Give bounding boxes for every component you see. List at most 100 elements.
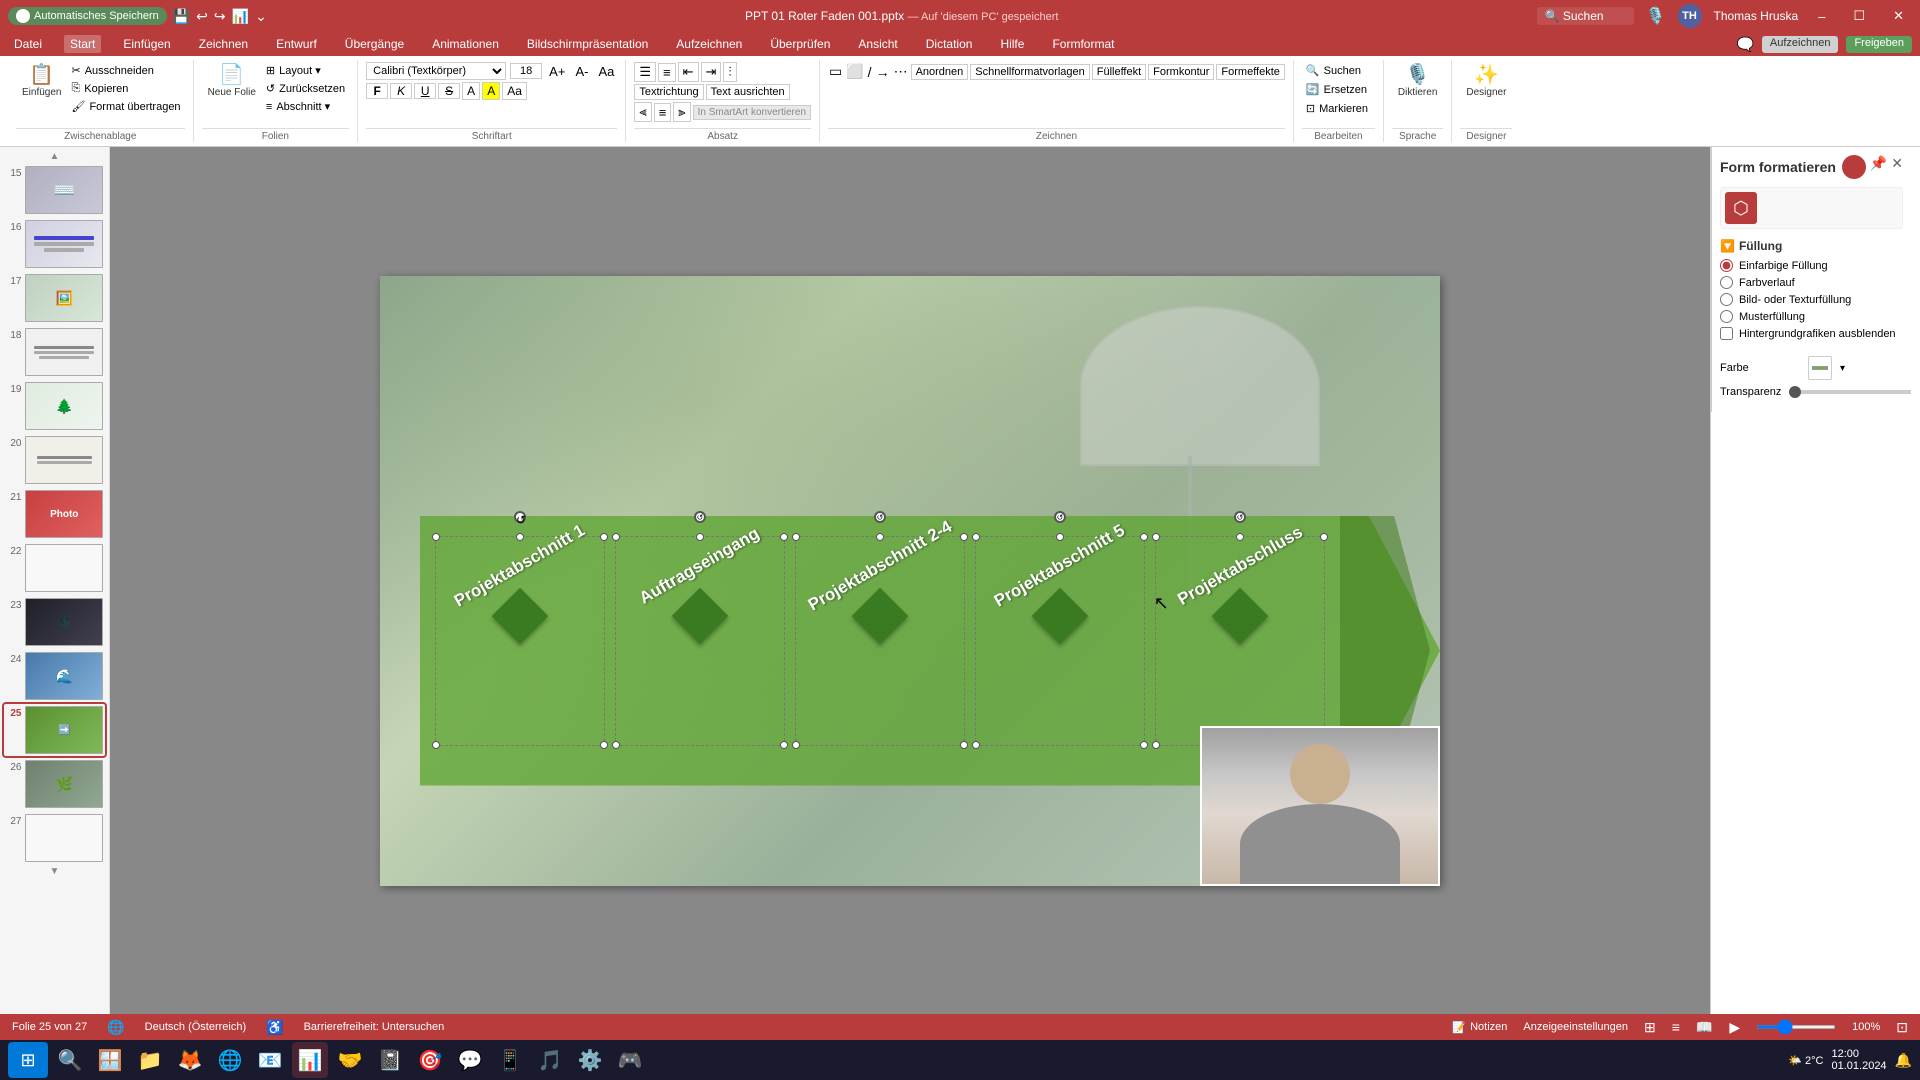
- btn-ausschneiden[interactable]: ✂ Ausschneiden: [67, 62, 184, 79]
- arrow-5[interactable]: ↺ Projektabschluss: [1150, 526, 1330, 756]
- shape-rounded[interactable]: ⬜: [845, 62, 864, 81]
- taskbar-notification[interactable]: 🔔: [1895, 1052, 1912, 1069]
- view-reading-btn[interactable]: 📖: [1696, 1019, 1713, 1036]
- scroll-up-indicator[interactable]: ▲: [904, 155, 916, 169]
- taskbar-app2[interactable]: 💬: [452, 1042, 488, 1078]
- menu-entwurf[interactable]: Entwurf: [270, 35, 323, 53]
- btn-ersetzen[interactable]: 🔄 Ersetzen: [1302, 81, 1371, 98]
- option-bild[interactable]: Bild- oder Texturfüllung: [1720, 293, 1903, 306]
- taskbar-firefox[interactable]: 🦊: [172, 1042, 208, 1078]
- option-muster[interactable]: Musterfüllung: [1720, 310, 1903, 323]
- view-outline-btn[interactable]: ≡: [1672, 1019, 1680, 1035]
- section-header-filling[interactable]: 🔽 Füllung: [1720, 239, 1903, 253]
- shape-effect-btn[interactable]: Formeffekte: [1216, 64, 1285, 80]
- taskbar-file-explorer[interactable]: 📁: [132, 1042, 168, 1078]
- option-hintergrund[interactable]: Hintergrundgrafiken ausblenden: [1720, 327, 1903, 340]
- text-align-btn[interactable]: Text ausrichten: [706, 84, 790, 100]
- fill-effect-btn[interactable]: Fülleffekt: [1092, 64, 1146, 80]
- font-color-btn[interactable]: A: [462, 82, 480, 100]
- italic-btn[interactable]: K: [390, 83, 412, 99]
- color-arrow-icon[interactable]: ▾: [1840, 363, 1845, 374]
- btn-zuruecksetzen[interactable]: ↺ Zurücksetzen: [262, 80, 349, 97]
- menu-ansicht[interactable]: Ansicht: [852, 35, 903, 53]
- arrange-btn[interactable]: Anordnen: [911, 64, 969, 80]
- btn-einfuegen[interactable]: 📋 Einfügen: [16, 62, 67, 101]
- zoom-slider[interactable]: [1756, 1025, 1836, 1029]
- accessibility-status[interactable]: Barrierefreiheit: Untersuchen: [304, 1021, 445, 1033]
- start-button[interactable]: ⊞: [8, 1042, 48, 1078]
- btn-markieren[interactable]: ⊡ Markieren: [1302, 100, 1372, 117]
- taskbar-app4[interactable]: 🎵: [532, 1042, 568, 1078]
- btn-layout[interactable]: ⊞ Layout ▾: [262, 62, 349, 79]
- menu-zeichnen[interactable]: Zeichnen: [193, 35, 254, 53]
- arrow-2[interactable]: ↺ Auftragseingang: [610, 526, 790, 756]
- slide-thumb-17[interactable]: 17 🖼️: [4, 272, 105, 324]
- btn-format-uebertragen[interactable]: 🖌 Format übertragen: [67, 98, 184, 115]
- arrow-3[interactable]: ↺ Projektabschnitt 2-4: [790, 526, 970, 756]
- align-center-btn[interactable]: ≡: [654, 103, 672, 122]
- shape-more[interactable]: ⋯: [893, 62, 909, 81]
- transparency-slider[interactable]: [1789, 390, 1911, 394]
- outline-btn[interactable]: Formkontur: [1148, 64, 1214, 80]
- numbered-list-btn[interactable]: ≡: [658, 63, 676, 82]
- text-direction-btn[interactable]: Textrichtung: [634, 84, 703, 100]
- taskbar-chrome[interactable]: 🌐: [212, 1042, 248, 1078]
- save-icon[interactable]: 💾: [173, 8, 190, 25]
- dictation-icon[interactable]: 🎙️: [1646, 6, 1666, 26]
- menu-uebergaenge[interactable]: Übergänge: [339, 35, 410, 53]
- arrow-4[interactable]: ↺ Projektabschnitt 5: [970, 526, 1150, 756]
- record-button[interactable]: Aufzeichnen: [1762, 36, 1839, 53]
- menu-animationen[interactable]: Animationen: [426, 35, 505, 53]
- language-status[interactable]: Deutsch (Österreich): [145, 1021, 246, 1033]
- column-btn[interactable]: ⫶: [723, 62, 736, 82]
- menu-dictation[interactable]: Dictation: [920, 35, 979, 53]
- collapse-ribbon-icon[interactable]: 🗨️: [1736, 36, 1753, 53]
- slide-thumb-21[interactable]: 21 Photo: [4, 488, 105, 540]
- radio-bild[interactable]: [1720, 293, 1733, 306]
- font-shrink-icon[interactable]: A-: [572, 63, 591, 80]
- strikethrough-btn[interactable]: S: [438, 83, 460, 99]
- slide-thumb-19[interactable]: 19 🌲: [4, 380, 105, 432]
- menu-formformat[interactable]: Formformat: [1046, 35, 1120, 53]
- taskbar-powerpoint[interactable]: 📊: [292, 1042, 328, 1078]
- font-name-select[interactable]: Calibri (Textkörper): [366, 62, 506, 80]
- maximize-btn[interactable]: ☐: [1845, 6, 1873, 26]
- indent-decrease-btn[interactable]: ⇤: [678, 62, 699, 82]
- checkbox-hintergrund[interactable]: [1720, 327, 1733, 340]
- undo-icon[interactable]: ↩: [196, 8, 208, 25]
- menu-bildschirm[interactable]: Bildschirmpräsentation: [521, 35, 654, 53]
- slide-thumb-26[interactable]: 26 🌿: [4, 758, 105, 810]
- slide-thumb-20[interactable]: 20: [4, 434, 105, 486]
- clear-format-icon[interactable]: Aa: [595, 63, 617, 80]
- smartart-btn[interactable]: In SmartArt konvertieren: [693, 105, 811, 120]
- slide-thumb-23[interactable]: 23 🌑: [4, 596, 105, 648]
- arrow-1[interactable]: ↺ Projektabschnitt 1: [430, 526, 610, 756]
- align-right-btn[interactable]: ⫸: [673, 102, 690, 122]
- slide-thumb-18[interactable]: 18: [4, 326, 105, 378]
- slide-thumb-24[interactable]: 24 🌊: [4, 650, 105, 702]
- char-spacing-btn[interactable]: Aa: [502, 82, 527, 100]
- taskbar-onenote[interactable]: 📓: [372, 1042, 408, 1078]
- highlight-btn[interactable]: A: [482, 82, 500, 100]
- presentation-icon[interactable]: 📊: [232, 8, 249, 25]
- radio-farbverlauf[interactable]: [1720, 276, 1733, 289]
- shape-square[interactable]: ▭: [828, 62, 843, 81]
- search-box[interactable]: 🔍 Suchen: [1537, 7, 1634, 25]
- radio-einfarbige[interactable]: [1720, 259, 1733, 272]
- zoom-fit-btn[interactable]: ⊡: [1896, 1019, 1908, 1036]
- more-icon[interactable]: ⌄: [255, 8, 267, 25]
- slide-thumb-22[interactable]: 22: [4, 542, 105, 594]
- taskbar-outlook[interactable]: 📧: [252, 1042, 288, 1078]
- taskbar-task-view[interactable]: 🪟: [92, 1042, 128, 1078]
- menu-aufzeichnen[interactable]: Aufzeichnen: [670, 35, 748, 53]
- taskbar-app6[interactable]: 🎮: [612, 1042, 648, 1078]
- quick-styles-btn[interactable]: Schnellformat­vorlagen: [970, 64, 1089, 80]
- color-picker[interactable]: [1808, 356, 1832, 380]
- indent-increase-btn[interactable]: ⇥: [701, 62, 722, 82]
- format-panel-close-icon[interactable]: ✕: [1891, 155, 1903, 179]
- slide-thumb-25[interactable]: 25 ➡️: [4, 704, 105, 756]
- slide-canvas[interactable]: ↺ Projektabschnitt 1 ↺ Auftragsei: [380, 276, 1440, 886]
- scroll-down-btn[interactable]: ▼: [4, 866, 105, 877]
- shape-line[interactable]: /: [867, 63, 873, 81]
- menu-einfuegen[interactable]: Einfügen: [117, 35, 176, 53]
